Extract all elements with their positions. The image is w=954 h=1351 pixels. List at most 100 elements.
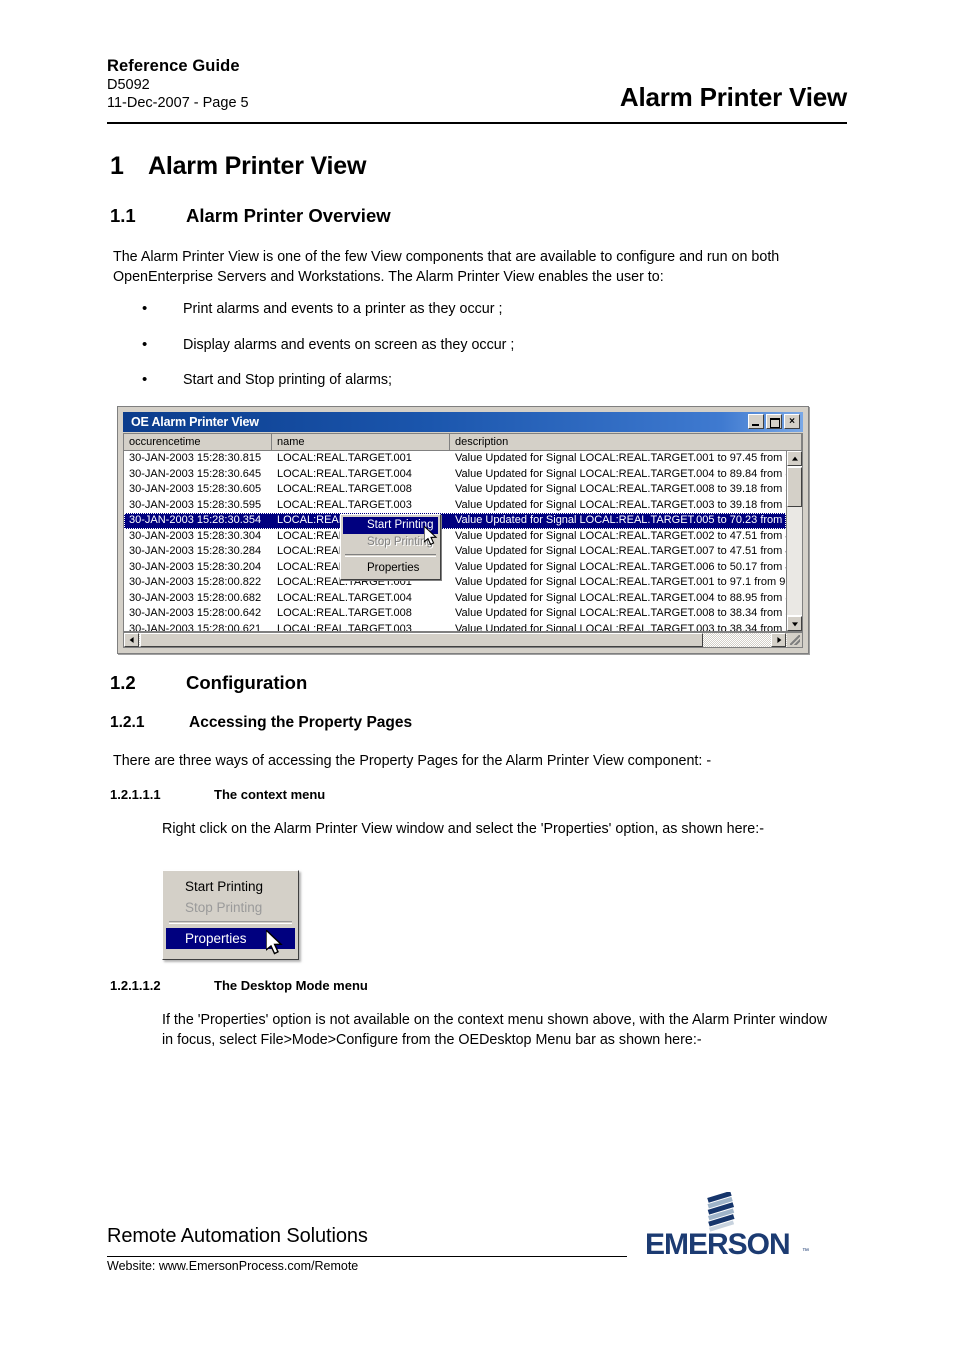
alarm-rows-container: 30-JAN-2003 15:28:30.815 LOCAL:REAL.TARGE… [124,451,786,631]
cell-name: LOCAL:REAL.TARGET.004 [277,591,412,604]
cell-occurencetime: 30-JAN-2003 15:28:30.595 [129,498,262,511]
menu-item-properties[interactable]: Properties [166,928,295,949]
heading-1-2-text: Configuration [186,672,308,693]
heading-1-2-configuration: 1.2 Configuration [110,672,307,694]
table-row[interactable]: 30-JAN-2003 15:28:30.645 LOCAL:REAL.TARGE… [124,467,786,483]
header-left-block: Reference Guide D5092 11-Dec-2007 - Page… [107,56,249,112]
screenshot-window-frame: OE Alarm Printer View × occurencetime na… [121,410,805,650]
cell-name: LOCAL:REAL.TARGET.003 [277,622,412,632]
cell-occurencetime: 30-JAN-2003 15:28:30.304 [129,529,262,542]
header-section-title: Alarm Printer View [619,82,847,112]
table-row[interactable]: 30-JAN-2003 15:28:00.822 LOCAL:REAL.TARGE… [124,575,786,591]
list-item: • Print alarms and events to a printer as… [140,300,700,319]
table-row[interactable]: 30-JAN-2003 15:28:30.595 LOCAL:REAL.TARGE… [124,498,786,514]
table-row[interactable]: 30-JAN-2003 15:28:30.204LOCAL:REAL.TARGE… [124,560,786,576]
list-item: • Start and Stop printing of alarms; [140,371,700,390]
column-header-name[interactable]: name [272,434,450,450]
overview-bullet-list: • Print alarms and events to a printer as… [140,300,700,407]
cell-name: LOCAL:REAL.TARGET.008 [277,483,412,495]
footer-website: Website: www.EmersonProcess.com/Remote [107,1259,359,1273]
heading-1-2-1-1-2-number: 1.2.1.1.2 [110,978,161,993]
alarm-list-view: occurencetime name description 30-JAN-20… [123,433,803,632]
cell-name: LOCAL:REAL.TARGET.003 [277,498,412,511]
table-row[interactable]: 30-JAN-2003 15:28:30.284LOCAL:REAL.TARGE… [124,544,786,560]
table-row[interactable]: 30-JAN-2003 15:28:00.621 LOCAL:REAL.TARGE… [124,622,786,632]
scroll-down-button[interactable] [787,616,802,631]
list-item-label: Print alarms and events to a printer as … [183,301,503,317]
resize-grip-icon[interactable] [787,633,802,647]
footer-divider [107,1256,627,1257]
table-row[interactable]: 30-JAN-2003 15:28:30.304LOCAL:REAL.TARGE… [124,529,786,545]
list-column-header-row: occurencetime name description [124,434,802,451]
table-row[interactable]: 30-JAN-2003 15:28:30.354LOCAL:REAL.TARGE… [124,513,786,529]
heading-1-2-1-1-1-context-menu: 1.2.1.1.1 The context menu [110,787,325,802]
horizontal-scroll-thumb[interactable] [140,633,703,647]
page-header: Reference Guide D5092 11-Dec-2007 - Page… [107,56,847,122]
context-menu-separator [345,554,436,557]
column-header-occurencetime[interactable]: occurencetime [124,434,272,450]
paragraph-context-menu: Right click on the Alarm Printer View wi… [162,821,764,837]
close-button[interactable]: × [784,414,800,429]
header-document-number: D5092 [107,77,150,93]
window-title: OE Alarm Printer View [131,415,259,429]
context-menu-item-properties[interactable]: Properties [343,560,438,577]
cell-occurencetime: 30-JAN-2003 15:28:30.204 [129,560,262,573]
scroll-left-button[interactable] [124,633,139,647]
column-header-description[interactable]: description [450,434,802,450]
minimize-button[interactable] [748,414,764,429]
bullet-dot-icon: • [142,371,148,388]
cell-description: Value Updated for Signal LOCAL:REAL.TARG… [455,498,786,511]
horizontal-scrollbar[interactable] [123,632,803,648]
alarm-printer-view-screenshot: OE Alarm Printer View × occurencetime na… [117,406,809,654]
heading-1-2-1-1-2-desktop-mode-menu: 1.2.1.1.2 The Desktop Mode menu [110,978,368,993]
context-menu-figure[interactable]: Start Printing Stop Printing Properties [162,870,299,960]
list-item-label: Display alarms and events on screen as t… [183,336,515,353]
list-item-label: Start and Stop printing of alarms; [183,372,393,388]
cell-description: Value Updated for Signal LOCAL:REAL.TARG… [455,467,786,480]
screenshot-context-menu[interactable]: Start Printing Stop Printing Properties [340,514,441,580]
cell-occurencetime: 30-JAN-2003 15:28:30.815 [129,452,262,464]
cell-occurencetime: 30-JAN-2003 15:28:30.645 [129,467,262,480]
cell-occurencetime: 30-JAN-2003 15:28:00.621 [129,622,262,632]
menu-item-stop-printing: Stop Printing [185,900,263,915]
heading-1-2-1-1-1-text: The context menu [214,787,326,802]
cell-occurencetime: 30-JAN-2003 15:28:30.284 [129,545,262,557]
heading-1-alarm-printer-view: 1 Alarm Printer View [110,152,366,181]
emerson-mark-icon [701,1190,745,1232]
cell-description: Value Updated for Signal LOCAL:REAL.TARG… [455,529,786,542]
menu-separator [169,921,292,924]
cell-description: Value Updated for Signal LOCAL:REAL.TARG… [455,591,786,604]
paragraph-accessing-property-pages: There are three ways of accessing the Pr… [113,753,712,769]
arrow-down-icon [791,621,798,626]
paragraph-overview: The Alarm Printer View is one of the few… [113,249,780,285]
scroll-up-button[interactable] [787,451,802,466]
arrow-right-icon [776,637,781,643]
footer-title: Remote Automation Solutions [107,1225,368,1247]
maximize-button[interactable] [766,414,782,429]
cell-description: Value Updated for Signal LOCAL:REAL.TARG… [455,607,786,619]
header-date-page: 11-Dec-2007 - Page 5 [107,95,249,111]
cell-occurencetime: 30-JAN-2003 15:28:00.642 [129,607,262,619]
scroll-right-button[interactable] [771,633,786,647]
heading-1-2-number: 1.2 [110,672,136,693]
table-row[interactable]: 30-JAN-2003 15:28:00.682 LOCAL:REAL.TARGE… [124,591,786,607]
cell-occurencetime: 30-JAN-2003 15:28:00.682 [129,591,262,604]
table-row[interactable]: 30-JAN-2003 15:28:30.815 LOCAL:REAL.TARGE… [124,451,786,467]
emerson-wordmark: EMERSON [645,1228,791,1261]
vertical-scrollbar[interactable] [786,451,802,631]
context-menu-item-start-printing[interactable]: Start Printing [343,517,438,534]
table-row[interactable]: 30-JAN-2003 15:28:00.642 LOCAL:REAL.TARGE… [124,606,786,622]
cell-name: LOCAL:REAL.TARGET.001 [277,452,412,464]
cell-occurencetime: 30-JAN-2003 15:28:30.605 [129,483,262,495]
arrow-up-icon [791,456,798,461]
table-row[interactable]: 30-JAN-2003 15:28:30.605 LOCAL:REAL.TARGE… [124,482,786,498]
window-titlebar: OE Alarm Printer View × [123,412,803,432]
menu-item-start-printing[interactable]: Start Printing [166,876,295,897]
vertical-scroll-thumb[interactable] [787,467,802,507]
cell-name: LOCAL:REAL.TARGET.004 [277,467,412,480]
paragraph-desktop-mode-menu: If the 'Properties' option is not availa… [162,1012,828,1048]
heading-1-1-text: Alarm Printer Overview [186,205,391,226]
heading-1-2-1-1-2-text: The Desktop Mode menu [214,978,368,993]
header-document-title: Reference Guide [107,57,240,75]
heading-1-2-1-1-1-number: 1.2.1.1.1 [110,787,161,802]
